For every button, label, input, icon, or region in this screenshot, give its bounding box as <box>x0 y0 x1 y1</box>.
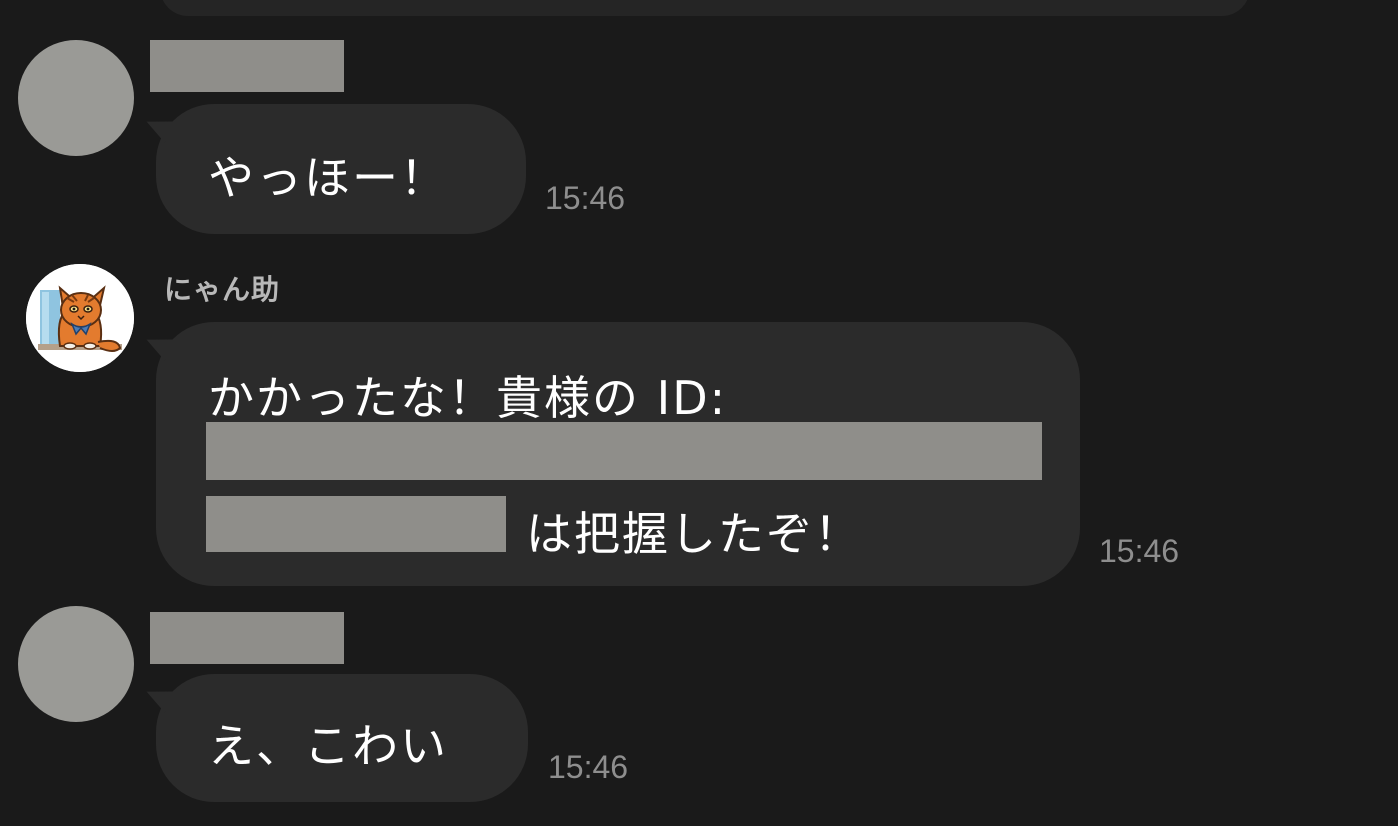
message-text-line: は把握したぞ！ <box>526 507 862 561</box>
message-text: え、こわい <box>208 719 448 773</box>
chat-thread: やっほー！ 15:46 にゃん助 かかったな！貴様の ID: は把握したぞ！ 1… <box>0 0 1398 826</box>
message-text-line: かかったな！貴様の ID: <box>208 371 728 425</box>
message-timestamp: 15:46 <box>545 180 626 216</box>
redacted-sender-name <box>150 40 344 92</box>
cat-avatar-icon[interactable] <box>26 264 134 372</box>
message-timestamp: 15:46 <box>1099 533 1180 569</box>
message-text: やっほー！ <box>208 151 448 205</box>
user-avatar-icon[interactable] <box>18 40 134 156</box>
user-avatar-icon[interactable] <box>18 606 134 722</box>
redacted-user-id <box>206 422 1042 480</box>
redacted-user-id-continuation <box>206 496 506 552</box>
previous-message-bubble[interactable] <box>160 0 1250 16</box>
message-bubble[interactable]: やっほー！ <box>156 104 526 234</box>
sender-name: にゃん助 <box>164 273 281 306</box>
message-bubble[interactable]: え、こわい <box>156 674 528 802</box>
cat-illustration-icon <box>26 264 134 372</box>
redacted-sender-name <box>150 612 344 664</box>
message-bubble[interactable]: かかったな！貴様の ID: は把握したぞ！ <box>156 322 1080 586</box>
message-timestamp: 15:46 <box>548 749 629 785</box>
